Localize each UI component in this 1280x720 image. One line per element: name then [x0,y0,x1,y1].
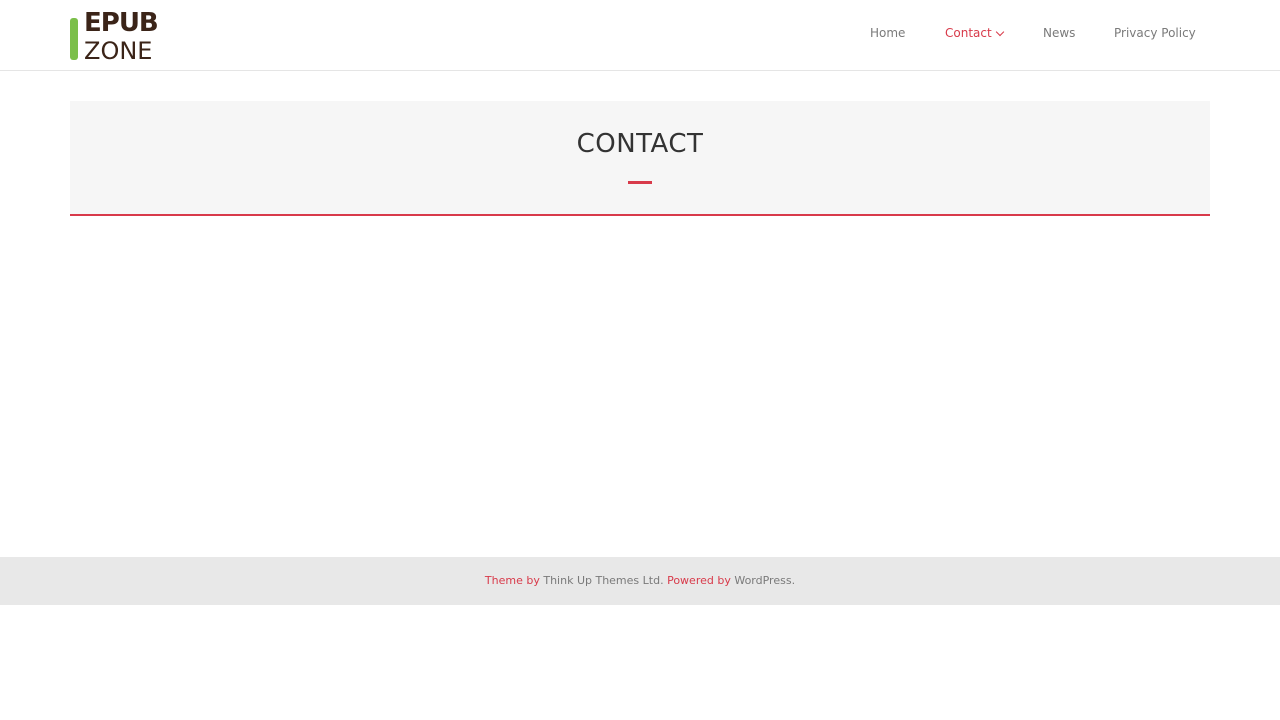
footer-theme-prefix: Theme by [484,574,540,587]
title-underline [628,181,652,184]
site-header: EPUB ZONE Home Contact News Privacy Poli… [0,0,1280,71]
page-content-area [52,245,1228,550]
nav-item-home[interactable]: Home [870,26,905,40]
page-title-banner: CONTACT [70,101,1210,216]
nav-item-privacy-policy[interactable]: Privacy Policy [1114,26,1196,40]
page-title: CONTACT [576,129,704,159]
nav-item-news[interactable]: News [1043,26,1075,40]
main-navigation: Home Contact News Privacy Policy [0,20,1280,50]
nav-item-contact[interactable]: Contact [945,26,1004,40]
nav-item-contact-label: Contact [945,26,992,40]
footer-theme-author-link[interactable]: Think Up Themes Ltd. [543,574,663,587]
footer-powered-prefix: Powered by [667,574,731,587]
chevron-down-icon [995,27,1004,37]
site-footer: Theme by Think Up Themes Ltd. Powered by… [0,557,1280,605]
footer-wordpress-link[interactable]: WordPress. [734,574,795,587]
